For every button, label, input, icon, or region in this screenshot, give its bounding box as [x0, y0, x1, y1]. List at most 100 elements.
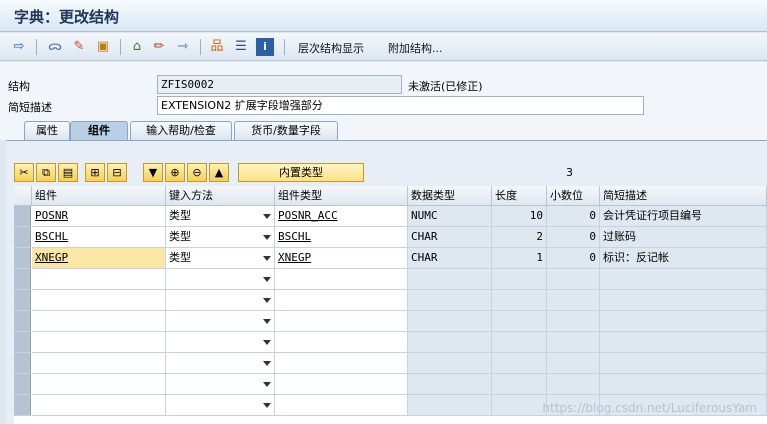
cell-method[interactable]	[166, 269, 275, 290]
cut-icon[interactable]: ✂	[14, 163, 34, 182]
row-selector[interactable]	[14, 311, 31, 332]
cell-component-type[interactable]: BSCHL	[275, 227, 408, 248]
append-structure-button[interactable]: 附加结构...	[388, 40, 443, 56]
table-row: BSCHL 类型 BSCHL CHAR 2 0 过账码	[14, 227, 767, 248]
collapse-icon[interactable]: ⊖	[187, 163, 207, 182]
row-selector[interactable]	[14, 269, 31, 290]
cell-component-type[interactable]	[275, 269, 408, 290]
cell-component[interactable]: XNEGP	[32, 248, 166, 269]
column-header-method[interactable]: 键入方法	[166, 186, 275, 206]
info-icon[interactable]: i	[256, 38, 274, 56]
column-header-data-type[interactable]: 数据类型	[408, 186, 492, 206]
paste-icon[interactable]: ▤	[58, 163, 78, 182]
activate-icon[interactable]: ▣	[94, 38, 112, 56]
cell-component[interactable]	[32, 311, 166, 332]
empty-row	[14, 353, 767, 374]
object-list-icon[interactable]: ☰	[232, 38, 250, 56]
row-selector[interactable]	[14, 206, 31, 227]
dropdown-arrow-icon[interactable]	[263, 319, 271, 324]
builtin-type-button[interactable]: 内置类型	[238, 163, 364, 182]
component-count: 3	[566, 166, 573, 179]
hierarchy-display-button[interactable]: 层次结构显示	[298, 40, 364, 56]
cell-length	[492, 353, 547, 374]
cell-method[interactable]	[166, 311, 275, 332]
dropdown-arrow-icon[interactable]	[263, 403, 271, 408]
insert-row-icon[interactable]: ⊞	[85, 163, 105, 182]
cell-component-type[interactable]	[275, 353, 408, 374]
pencil-icon[interactable]: ✏	[150, 38, 168, 56]
cell-data-type	[408, 332, 492, 353]
row-selector[interactable]	[14, 395, 31, 416]
cell-component-type[interactable]	[275, 290, 408, 311]
cell-component-type[interactable]	[275, 374, 408, 395]
dropdown-arrow-icon[interactable]	[263, 298, 271, 303]
cell-component[interactable]: POSNR	[32, 206, 166, 227]
up-icon[interactable]: ▲	[209, 163, 229, 182]
cell-component-type[interactable]	[275, 311, 408, 332]
hierarchy-icon[interactable]: 品	[208, 38, 226, 56]
row-selector[interactable]	[14, 290, 31, 311]
cell-component[interactable]: BSCHL	[32, 227, 166, 248]
application-toolbar: ⇨ ᯅ ✎ ▣ ⌂ ✏ ⇾ 品 ☰ i 层次结构显示 附加结构...	[0, 33, 767, 61]
copy-icon[interactable]: ⧉	[36, 163, 56, 182]
cell-method[interactable]	[166, 290, 275, 311]
dropdown-arrow-icon[interactable]	[263, 382, 271, 387]
arrow-right-icon[interactable]: ⇨	[10, 38, 28, 56]
cell-method[interactable]: 类型	[166, 227, 275, 248]
cell-component[interactable]	[32, 290, 166, 311]
cell-component[interactable]	[32, 332, 166, 353]
dropdown-arrow-icon[interactable]	[263, 256, 271, 261]
dropdown-arrow-icon[interactable]	[263, 340, 271, 345]
check-icon[interactable]: ⌂	[128, 38, 146, 56]
toolbar-separator	[200, 39, 201, 55]
cell-component-type[interactable]	[275, 332, 408, 353]
column-header-length[interactable]: 长度	[492, 186, 547, 206]
row-selector[interactable]	[14, 353, 31, 374]
tab-components[interactable]: 组件	[70, 121, 128, 140]
cell-method[interactable]	[166, 353, 275, 374]
cell-data-type	[408, 290, 492, 311]
dropdown-arrow-icon[interactable]	[263, 361, 271, 366]
tab-currency-quantity[interactable]: 货币/数量字段	[234, 121, 338, 140]
expand-icon[interactable]: ⊕	[165, 163, 185, 182]
cell-method[interactable]	[166, 395, 275, 416]
cell-component-type[interactable]: POSNR_ACC	[275, 206, 408, 227]
tab-attributes[interactable]: 属性	[24, 121, 70, 140]
tab-input-help[interactable]: 输入帮助/检查	[130, 121, 232, 140]
cell-decimals	[547, 311, 600, 332]
glasses-icon[interactable]: ᯅ	[46, 38, 64, 56]
dropdown-arrow-icon[interactable]	[263, 277, 271, 282]
row-selector[interactable]	[14, 227, 31, 248]
short-desc-field[interactable]: EXTENSION2 扩展字段增强部分	[157, 96, 644, 115]
where-used-icon[interactable]: ⇾	[174, 38, 192, 56]
cell-component[interactable]	[32, 374, 166, 395]
cell-component-type[interactable]: XNEGP	[275, 248, 408, 269]
column-header-decimals[interactable]: 小数位	[547, 186, 600, 206]
cell-method[interactable]: 类型	[166, 248, 275, 269]
delete-row-icon[interactable]: ⊟	[107, 163, 127, 182]
cell-component[interactable]	[32, 395, 166, 416]
cell-short-desc: 标识：反记帐	[600, 248, 767, 269]
display-change-icon[interactable]: ✎	[70, 38, 88, 56]
cell-method[interactable]	[166, 374, 275, 395]
column-header-component[interactable]: 组件	[32, 186, 166, 206]
row-selector[interactable]	[14, 248, 31, 269]
cell-component[interactable]	[32, 269, 166, 290]
cell-decimals	[547, 374, 600, 395]
structure-label: 结构	[8, 80, 30, 93]
select-all-corner[interactable]	[14, 186, 32, 206]
status-text: 未激活(已修正)	[408, 80, 483, 93]
toolbar-separator	[284, 39, 285, 55]
column-header-component-type[interactable]: 组件类型	[275, 186, 408, 206]
row-selector[interactable]	[14, 332, 31, 353]
row-selector[interactable]	[14, 374, 31, 395]
down-icon[interactable]: ▼	[143, 163, 163, 182]
cell-method[interactable]: 类型	[166, 206, 275, 227]
cell-component[interactable]	[32, 353, 166, 374]
column-header-short-desc[interactable]: 简短描述	[600, 186, 767, 206]
dropdown-arrow-icon[interactable]	[263, 235, 271, 240]
tab-strip: 属性 组件 输入帮助/检查 货币/数量字段	[0, 120, 767, 140]
dropdown-arrow-icon[interactable]	[263, 214, 271, 219]
cell-component-type[interactable]	[275, 395, 408, 416]
cell-method[interactable]	[166, 332, 275, 353]
